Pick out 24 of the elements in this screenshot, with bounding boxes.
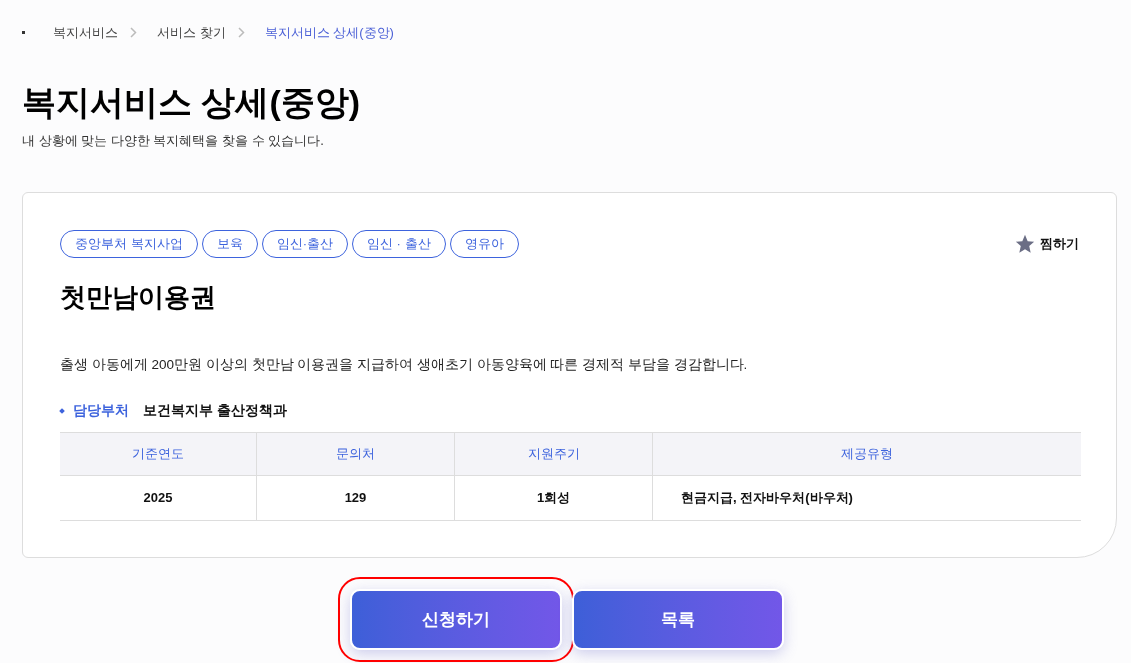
service-description: 출생 아동에게 200만원 이상의 첫만남 이용권을 지급하여 생애초기 아동양육에 따른 경제적 부담을 경감합니다. <box>60 356 749 374</box>
table-header-cell: 지원주기 <box>455 432 653 475</box>
table-header-cell: 문의처 <box>257 432 455 475</box>
breadcrumb-link[interactable]: 서비스 찾기 <box>157 23 226 43</box>
table-header-cell-text: 제공유형 <box>840 444 894 463</box>
table-cell: 2025 <box>60 475 257 520</box>
page-subtitle: 내 상황에 맞는 다양한 복지혜택을 찾을 수 있습니다. <box>21 131 325 150</box>
chevron-icon <box>130 27 137 39</box>
service-name: 첫만남이용권 <box>60 281 217 314</box>
department-label: 담당부처 <box>73 402 129 421</box>
breadcrumb-link[interactable]: 복지서비스 <box>53 23 118 43</box>
table-cell: 129 <box>257 475 455 520</box>
breadcrumb-link[interactable]: 복지서비스 상세(중앙) <box>264 23 394 43</box>
star-icon <box>1014 233 1036 255</box>
department-value: 보건복지부 출산정책과 <box>143 402 287 421</box>
action-button[interactable]: 목록 <box>572 589 784 650</box>
table-cell-text: 현금지급, 전자바우처(바우처) <box>680 488 854 507</box>
page-title: 복지서비스 상세(중앙) <box>21 81 362 123</box>
table-header-cell: 기준연도 <box>60 432 257 475</box>
bullet-icon <box>59 408 65 415</box>
table-cell: 1회성 <box>455 475 653 520</box>
bookmark-button[interactable]: 찜하기 <box>1014 233 1079 255</box>
home-bullet-icon <box>22 31 25 35</box>
chevron-icon <box>237 27 245 39</box>
